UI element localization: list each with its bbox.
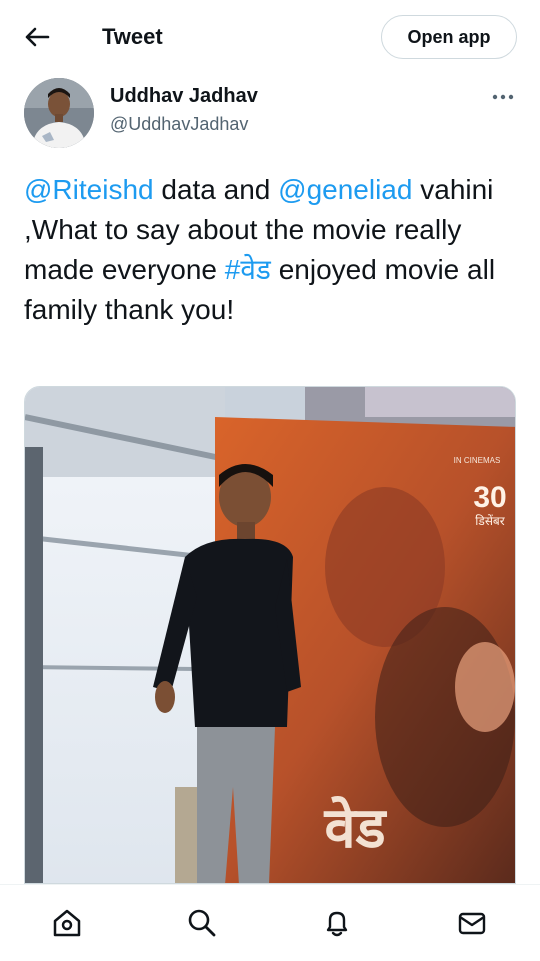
- open-app-button[interactable]: Open app: [381, 15, 517, 59]
- nav-notifications-button[interactable]: [317, 903, 357, 943]
- back-button[interactable]: [20, 22, 54, 52]
- poster-small-text: IN CINEMAS: [454, 456, 501, 465]
- tweet-text: @Riteishd data and @geneliad vahini ,Wha…: [24, 170, 519, 330]
- author-name[interactable]: Uddhav Jadhav: [110, 85, 258, 108]
- nav-messages-button[interactable]: [452, 903, 492, 943]
- poster-title: वेड: [323, 795, 387, 861]
- home-icon: [53, 909, 81, 937]
- page-title: Tweet: [102, 24, 163, 49]
- poster-date: 30: [473, 481, 506, 514]
- hashtag-link[interactable]: #वेड: [225, 254, 271, 285]
- search-icon: [188, 909, 216, 937]
- more-horizontal-icon: [492, 94, 514, 100]
- mention-link[interactable]: @Riteishd: [24, 174, 154, 205]
- poster-month: डिसेंबर: [475, 514, 505, 528]
- nav-search-button[interactable]: [182, 903, 222, 943]
- tweet-photo[interactable]: IN CINEMAS 30 डिसेंबर वेड: [24, 386, 516, 884]
- nav-home-button[interactable]: [47, 903, 87, 943]
- top-bar: Tweet Open app: [0, 0, 540, 74]
- messages-envelope-icon: [458, 912, 486, 935]
- author-handle[interactable]: @UddhavJadhav: [110, 114, 248, 135]
- avatar[interactable]: [24, 78, 94, 148]
- arrow-left-icon: [25, 27, 50, 47]
- notifications-bell-icon: [326, 911, 348, 937]
- tweet-text-segment: data and: [153, 174, 279, 205]
- bottom-navigation: [0, 884, 540, 961]
- more-button[interactable]: [486, 84, 520, 110]
- mention-link[interactable]: @geneliad: [278, 174, 412, 205]
